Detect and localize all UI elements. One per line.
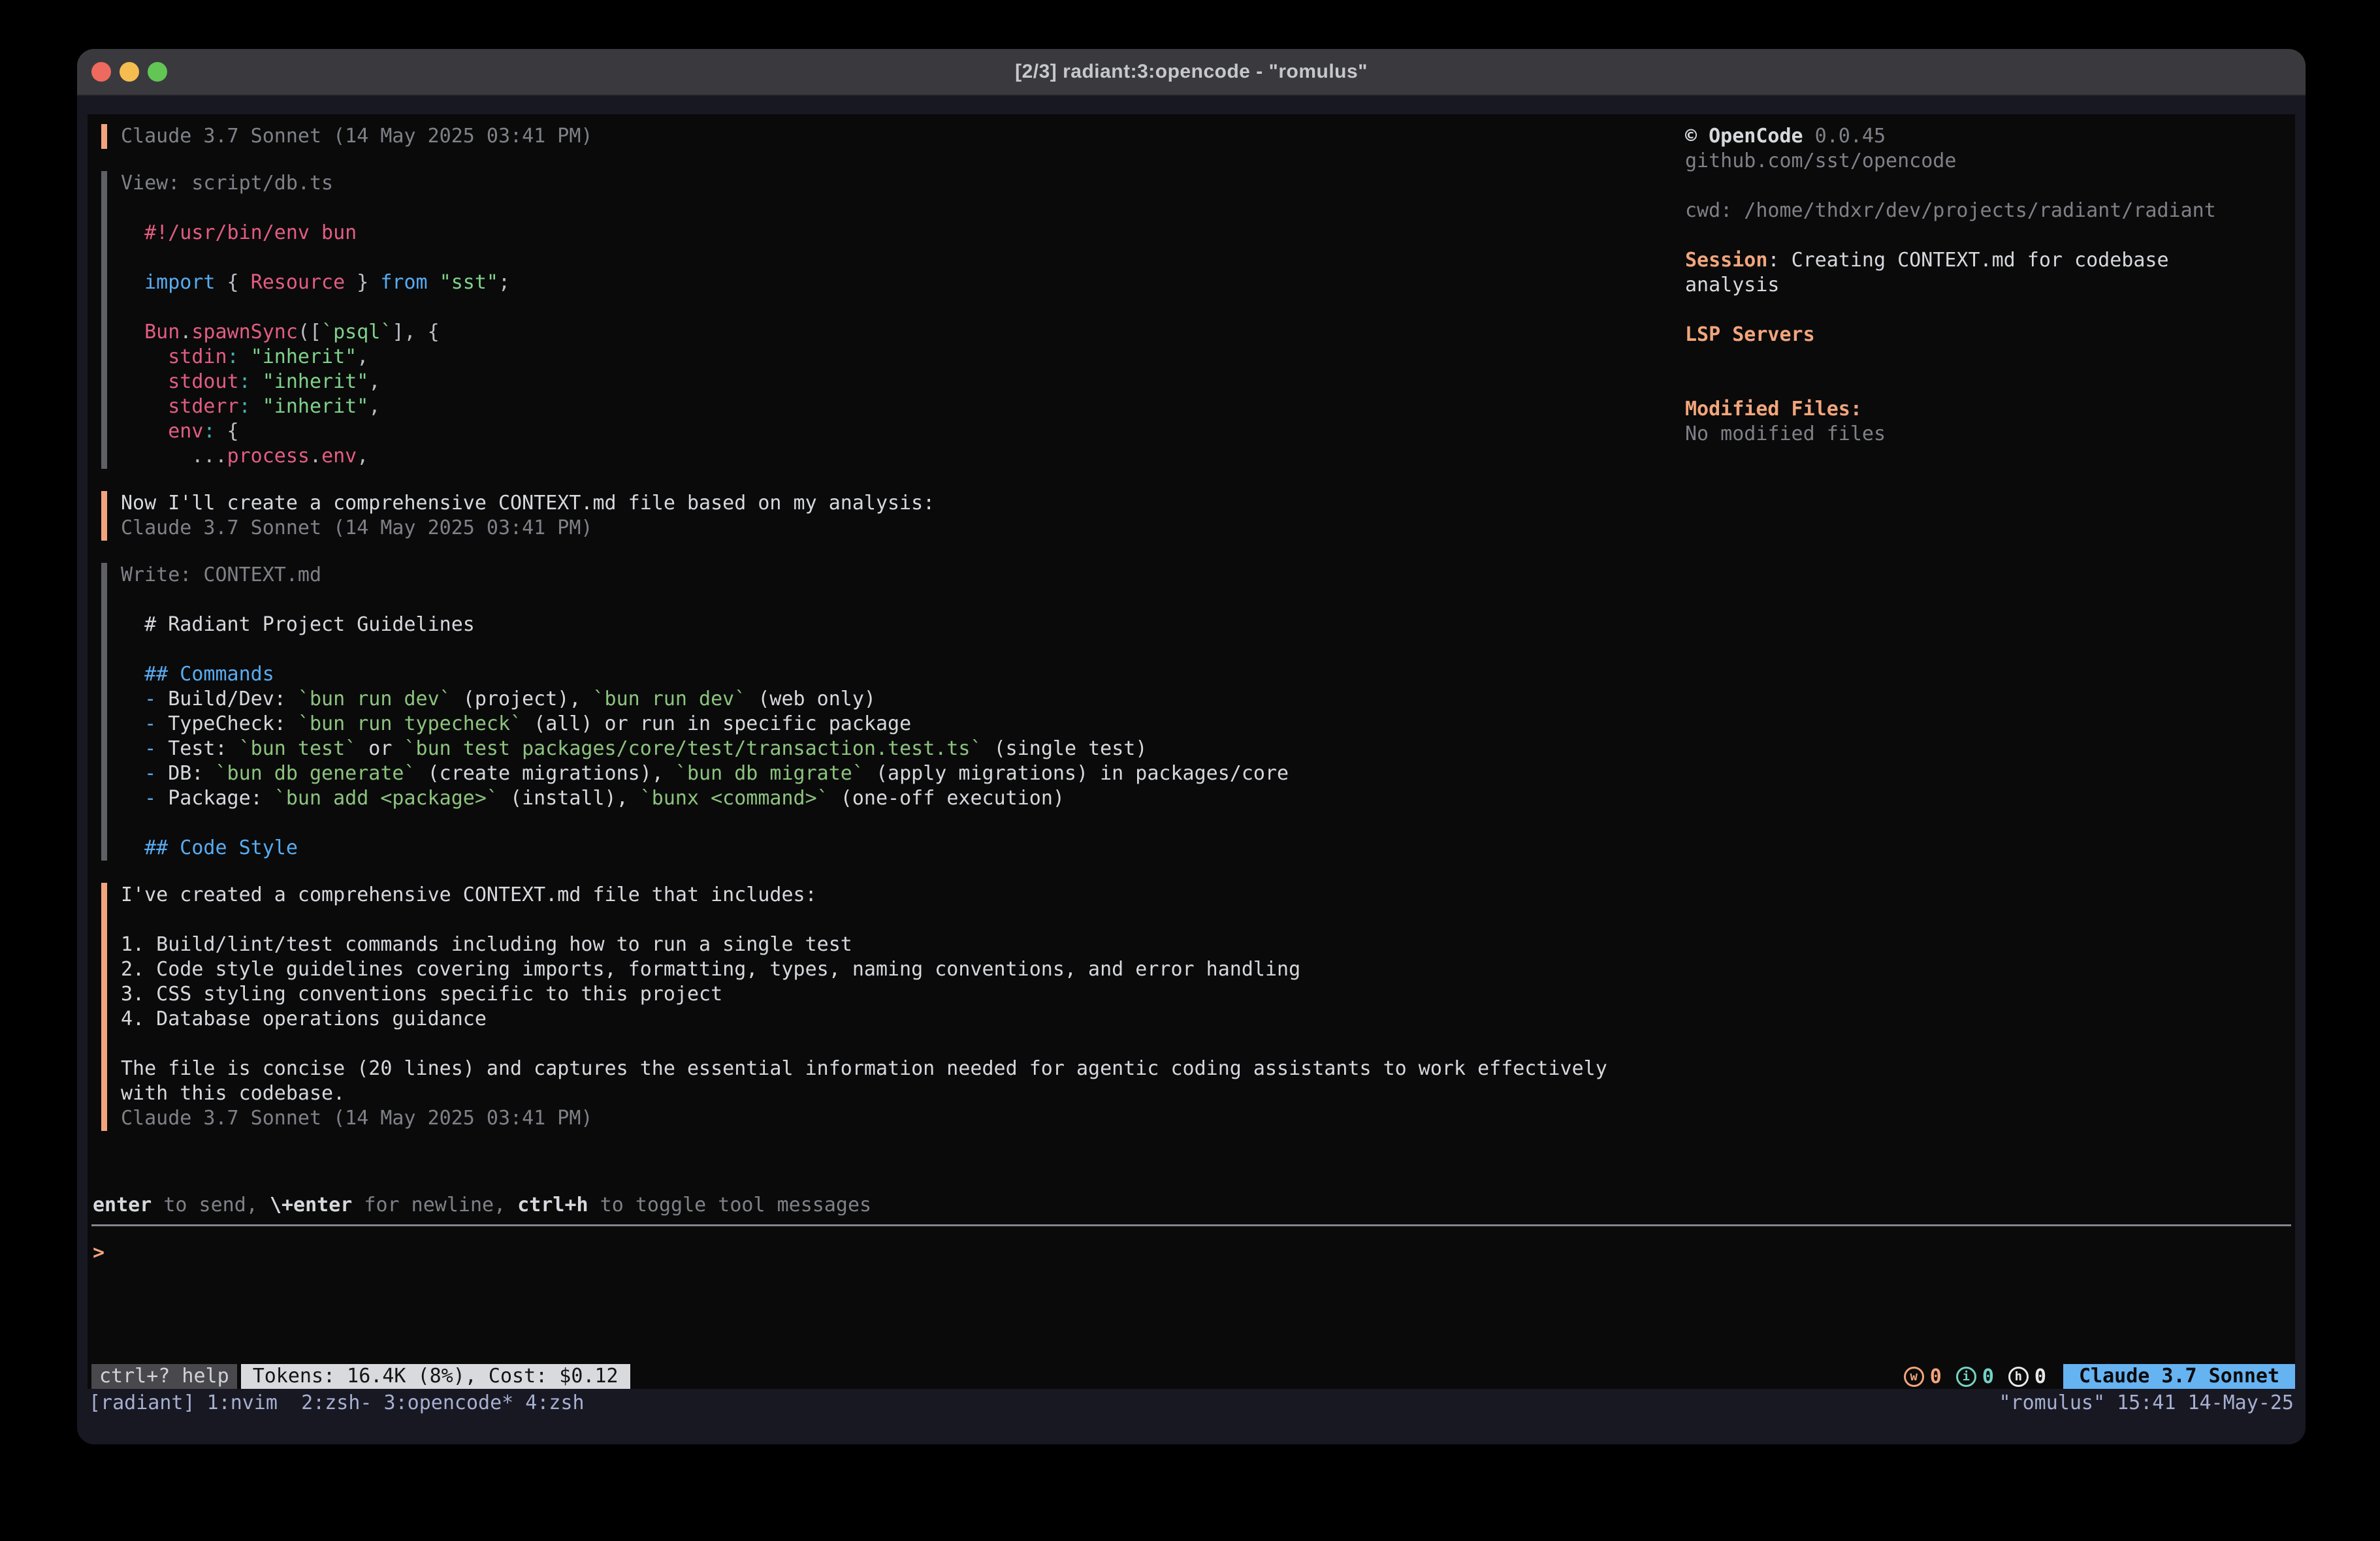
text-line: 4. Database operations guidance xyxy=(121,1007,1607,1032)
text-line: github.com/sst/opencode xyxy=(1685,149,2299,174)
tmux-status-bar: [radiant] 1:nvim 2:zsh- 3:opencode* 4:zs… xyxy=(77,1390,2306,1417)
text-line: stderr: "inherit", xyxy=(121,394,1607,419)
text-line xyxy=(1685,347,2299,372)
model-badge[interactable]: Claude 3.7 Sonnet xyxy=(2063,1364,2295,1389)
diagnostics-counters: w0i0h0 xyxy=(1904,1365,2046,1388)
text-line: © OpenCode 0.0.45 xyxy=(1685,124,2299,149)
zoom-button[interactable] xyxy=(148,62,167,82)
chat-transcript: Claude 3.7 Sonnet (14 May 2025 03:41 PM)… xyxy=(101,124,1607,1153)
tool-output-block: View: script/db.ts #!/usr/bin/env bun im… xyxy=(101,171,1607,469)
text-line: stdin: "inherit", xyxy=(121,345,1607,370)
traffic-lights xyxy=(91,62,167,82)
text-line: ## Commands xyxy=(121,662,1607,687)
text-line: - Test: `bun test` or `bun test packages… xyxy=(121,737,1607,761)
text-line: Claude 3.7 Sonnet (14 May 2025 03:41 PM) xyxy=(121,1106,1607,1131)
text-line: Claude 3.7 Sonnet (14 May 2025 03:41 PM) xyxy=(121,124,1607,149)
session-sidebar: © OpenCode 0.0.45github.com/sst/opencode… xyxy=(1685,124,2299,447)
text-line xyxy=(1685,174,2299,199)
text-line: Bun.spawnSync([`psql`], { xyxy=(121,320,1607,345)
text-line xyxy=(1685,298,2299,323)
assistant-message-block: Claude 3.7 Sonnet (14 May 2025 03:41 PM) xyxy=(101,124,1607,149)
text-line xyxy=(1685,223,2299,248)
hint-icon: h xyxy=(2008,1367,2029,1387)
text-line: analysis xyxy=(1685,273,2299,298)
text-line: View: script/db.ts xyxy=(121,171,1607,196)
hint-count: 0 xyxy=(2034,1365,2046,1388)
prompt-symbol: > xyxy=(93,1241,105,1265)
text-line: - DB: `bun db generate` (create migratio… xyxy=(121,761,1607,786)
text-line: Modified Files: xyxy=(1685,397,2299,422)
info-icon: i xyxy=(1956,1367,1976,1387)
text-line: The file is concise (20 lines) and captu… xyxy=(121,1056,1607,1081)
text-line: LSP Servers xyxy=(1685,323,2299,347)
text-line xyxy=(121,295,1607,320)
text-line: - Package: `bun add <package>` (install)… xyxy=(121,786,1607,811)
text-line: I've created a comprehensive CONTEXT.md … xyxy=(121,883,1607,908)
window-titlebar: [2/3] radiant:3:opencode - "romulus" xyxy=(77,49,2306,96)
text-line xyxy=(121,246,1607,270)
close-button[interactable] xyxy=(91,62,111,82)
text-line: stdout: "inherit", xyxy=(121,370,1607,394)
prompt-row: > xyxy=(93,1241,2290,1265)
text-line xyxy=(121,811,1607,836)
input-help-text: enter to send, \+enter for newline, ctrl… xyxy=(93,1193,871,1218)
minimize-button[interactable] xyxy=(120,62,139,82)
info-count: 0 xyxy=(1982,1365,1994,1388)
text-line: Session: Creating CONTEXT.md for codebas… xyxy=(1685,248,2299,273)
window-title: [2/3] radiant:3:opencode - "romulus" xyxy=(1015,61,1368,83)
assistant-message-block: Now I'll create a comprehensive CONTEXT.… xyxy=(101,491,1607,541)
text-line: 2. Code style guidelines covering import… xyxy=(121,957,1607,982)
input-separator xyxy=(91,1224,2291,1226)
text-line: - TypeCheck: `bun run typecheck` (all) o… xyxy=(121,712,1607,737)
text-line xyxy=(121,196,1607,221)
tokens-badge: Tokens: 16.4K (8%), Cost: $0.12 xyxy=(241,1364,630,1389)
text-line: Write: CONTEXT.md xyxy=(121,563,1607,588)
text-line: # Radiant Project Guidelines xyxy=(121,612,1607,637)
diagnostics-warning: w0 xyxy=(1904,1365,1942,1388)
text-line xyxy=(121,908,1607,932)
text-line: Claude 3.7 Sonnet (14 May 2025 03:41 PM) xyxy=(121,516,1607,541)
text-line: 3. CSS styling conventions specific to t… xyxy=(121,982,1607,1007)
text-line: ## Code Style xyxy=(121,836,1607,861)
text-line xyxy=(121,1032,1607,1056)
text-line: - Build/Dev: `bun run dev` (project), `b… xyxy=(121,687,1607,712)
text-line xyxy=(121,637,1607,662)
diagnostics-hint: h0 xyxy=(2008,1365,2046,1388)
tmux-window-list[interactable]: [radiant] 1:nvim 2:zsh- 3:opencode* 4:zs… xyxy=(89,1390,585,1417)
text-line: #!/usr/bin/env bun xyxy=(121,221,1607,246)
tmux-session-info: "romulus" 15:41 14-May-25 xyxy=(1999,1390,2294,1417)
text-line: import { Resource } from "sst"; xyxy=(121,270,1607,295)
diagnostics-info: i0 xyxy=(1956,1365,1994,1388)
text-line: 1. Build/lint/test commands including ho… xyxy=(121,932,1607,957)
text-line: with this codebase. xyxy=(121,1081,1607,1106)
text-line: No modified files xyxy=(1685,422,2299,447)
warning-count: 0 xyxy=(1930,1365,1942,1388)
text-line: cwd: /home/thdxr/dev/projects/radiant/ra… xyxy=(1685,199,2299,223)
help-badge[interactable]: ctrl+? help xyxy=(91,1364,237,1389)
tool-output-block: Write: CONTEXT.md # Radiant Project Guid… xyxy=(101,563,1607,861)
terminal-window: [2/3] radiant:3:opencode - "romulus" Cla… xyxy=(77,49,2306,1444)
text-line: ...process.env, xyxy=(121,444,1607,469)
opencode-tui: Claude 3.7 Sonnet (14 May 2025 03:41 PM)… xyxy=(88,114,2295,1389)
text-line xyxy=(121,588,1607,612)
assistant-message-block: I've created a comprehensive CONTEXT.md … xyxy=(101,883,1607,1131)
warning-icon: w xyxy=(1904,1367,1924,1387)
prompt-input[interactable] xyxy=(105,1241,2290,1265)
desktop: { "palette":{ "accent_orange":"#f2a57c",… xyxy=(0,0,2380,1541)
text-line xyxy=(1685,372,2299,397)
text-line: env: { xyxy=(121,419,1607,444)
opencode-status-bar: ctrl+? help Tokens: 16.4K (8%), Cost: $0… xyxy=(88,1364,2295,1389)
text-line: Now I'll create a comprehensive CONTEXT.… xyxy=(121,491,1607,516)
